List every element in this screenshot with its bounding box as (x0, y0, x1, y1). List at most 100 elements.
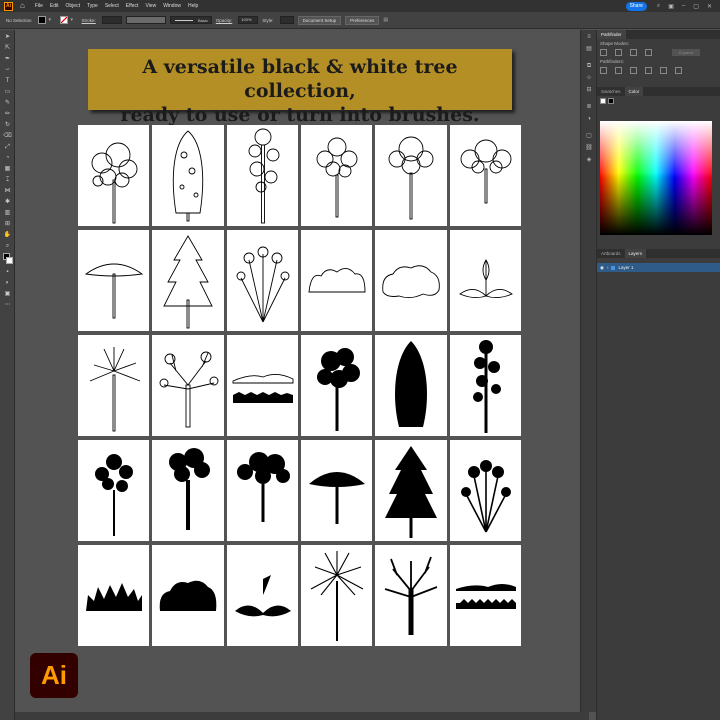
artboard-tree-silhouette-bare-tree[interactable] (375, 545, 447, 646)
screen-mode-icon[interactable]: ▣ (2, 290, 13, 298)
fill-black-swatch[interactable] (608, 98, 614, 104)
tab-artboards[interactable]: Artboards (597, 249, 625, 258)
tab-swatches[interactable]: Swatches (597, 87, 625, 96)
artboards-icon[interactable]: ▢ (584, 132, 594, 141)
artboard-tree-outline-pine[interactable] (226, 125, 298, 226)
libraries-icon[interactable]: ▤ (584, 45, 594, 54)
variable-width-field[interactable] (125, 16, 166, 24)
opacity-label[interactable]: Opacity: (216, 18, 233, 23)
artboard-tree-outline-cypress[interactable] (152, 125, 224, 226)
fill-swatch[interactable] (37, 16, 46, 24)
artboard-tree-outline-bare-oak[interactable] (152, 335, 224, 436)
more-tools-icon[interactable]: ⋯ (2, 301, 13, 309)
artboard-tree-silhouette-small-tree[interactable] (78, 440, 150, 541)
menu-view[interactable]: View (145, 0, 156, 12)
paintbrush-tool-icon[interactable]: ✎ (2, 99, 13, 107)
draw-mode-icon[interactable]: ◐ (2, 279, 13, 287)
artboard-tree-silhouette-leaf-plant[interactable] (226, 545, 298, 646)
menu-object[interactable]: Object (66, 0, 80, 12)
chevron-down-icon[interactable]: ▾ (49, 16, 55, 24)
artboard-tree-outline-palm[interactable] (78, 335, 150, 436)
minus-back-button[interactable] (675, 67, 682, 74)
artboard-tool-icon[interactable]: ⊞ (2, 220, 13, 228)
brush-definition-field[interactable]: Basic (169, 16, 212, 24)
unite-button[interactable] (600, 49, 607, 56)
artboard-tree-silhouette-grass-hill[interactable] (226, 335, 298, 436)
menu-file[interactable]: File (35, 0, 43, 12)
artboard-tree-silhouette-acacia[interactable] (300, 440, 373, 541)
pathfinder-icon[interactable]: ⧉ (584, 62, 594, 71)
artboard-tree-silhouette-plant[interactable] (449, 440, 521, 541)
transform-icon[interactable]: ⊹ (584, 74, 594, 83)
artboard-tree-outline-broadleaf[interactable] (78, 125, 150, 226)
artboard-tree-silhouette-shrub[interactable] (78, 545, 150, 646)
artboard-tree-silhouette-round-tree[interactable] (152, 440, 224, 541)
type-tool-icon[interactable]: T (2, 77, 13, 85)
crop-button[interactable] (645, 67, 652, 74)
artboard-tree-silhouette-fir[interactable] (375, 440, 447, 541)
merge-button[interactable] (630, 67, 637, 74)
layer-row[interactable]: ◉ › Layer 1 (597, 263, 720, 272)
shape-builder-tool-icon[interactable]: ◔ (2, 154, 13, 162)
intersect-button[interactable] (630, 49, 637, 56)
stroke-none-swatch[interactable] (600, 98, 606, 104)
stroke-label[interactable]: Stroke: (82, 18, 96, 23)
curvature-tool-icon[interactable]: ∽ (2, 66, 13, 74)
document-setup-button[interactable]: Document Setup (297, 15, 342, 25)
zoom-tool-icon[interactable]: ⌕ (2, 242, 13, 250)
direct-selection-tool-icon[interactable]: ⇱ (2, 44, 13, 52)
opacity-field[interactable]: 100% (238, 16, 259, 24)
artboard-tree-silhouette-spreading[interactable] (226, 440, 298, 541)
artboard-tree-silhouette-bush[interactable] (152, 545, 224, 646)
rotate-tool-icon[interactable]: ↻ (2, 121, 13, 129)
selection-tool-icon[interactable]: ➤ (2, 33, 13, 41)
artboard-tree-outline-oak[interactable] (300, 125, 373, 226)
artboard-tree-outline-maple[interactable] (375, 125, 447, 226)
artboard-tree-outline-hedge[interactable] (300, 230, 373, 331)
maximize-icon[interactable]: ▢ (693, 3, 699, 10)
minimize-icon[interactable]: – (682, 3, 685, 9)
blend-tool-icon[interactable]: ⋈ (2, 187, 13, 195)
artboard-tree-outline-fir[interactable] (152, 230, 224, 331)
pen-tool-icon[interactable]: ✒ (2, 55, 13, 63)
artboard-tree-outline-plant-leaves[interactable] (449, 230, 521, 331)
graph-tool-icon[interactable]: ▥ (2, 209, 13, 217)
properties-icon[interactable]: ≡ (584, 33, 594, 42)
artboard-tree-outline-bush-cloud[interactable] (375, 230, 447, 331)
chevron-down-icon[interactable]: ▾ (71, 16, 77, 24)
menu-window[interactable]: Window (163, 0, 181, 12)
divide-button[interactable] (600, 67, 607, 74)
color-mode-icon[interactable]: ▪ (2, 268, 13, 276)
layer-expand-icon[interactable]: › (607, 265, 609, 270)
artboard-tree-silhouette-broadleaf[interactable] (300, 335, 373, 436)
artboard-tree-silhouette-palm[interactable] (300, 545, 373, 646)
exclude-button[interactable] (645, 49, 652, 56)
arrange-documents-icon[interactable]: ▤ (383, 16, 389, 24)
align-icon[interactable]: ⊟ (584, 86, 594, 95)
expand-button[interactable]: Expand (672, 49, 700, 56)
fill-stroke-icon[interactable] (2, 253, 13, 265)
canvas-area[interactable]: A versatile black & white tree collectio… (15, 30, 592, 712)
artboard-tree-outline-shrub-vase[interactable] (226, 230, 298, 331)
eraser-tool-icon[interactable]: ⌫ (2, 132, 13, 140)
layer-name[interactable]: Layer 1 (618, 265, 633, 270)
tab-pathfinder[interactable]: Pathfinder (597, 30, 626, 39)
stroke-icon[interactable]: ≣ (584, 103, 594, 112)
search-icon[interactable]: ⌕ (657, 3, 660, 10)
horizontal-scrollbar[interactable] (15, 712, 589, 720)
menu-type[interactable]: Type (87, 0, 98, 12)
style-picker[interactable] (279, 16, 294, 24)
artboard-tree-outline-acacia[interactable] (78, 230, 150, 331)
home-icon[interactable]: ⌂ (20, 0, 25, 12)
artboard-tree-silhouette-pine[interactable] (449, 335, 521, 436)
menu-select[interactable]: Select (105, 0, 119, 12)
menu-help[interactable]: Help (188, 0, 198, 12)
links-icon[interactable]: ⛓ (584, 144, 594, 153)
tab-color[interactable]: Color (624, 87, 644, 96)
artboard-tree-outline-spreading[interactable] (449, 125, 521, 226)
preferences-button[interactable]: Preferences (345, 15, 380, 25)
outline-button[interactable] (660, 67, 667, 74)
hand-tool-icon[interactable]: ✋ (2, 231, 13, 239)
minus-front-button[interactable] (615, 49, 622, 56)
symbol-sprayer-tool-icon[interactable]: ✱ (2, 198, 13, 206)
